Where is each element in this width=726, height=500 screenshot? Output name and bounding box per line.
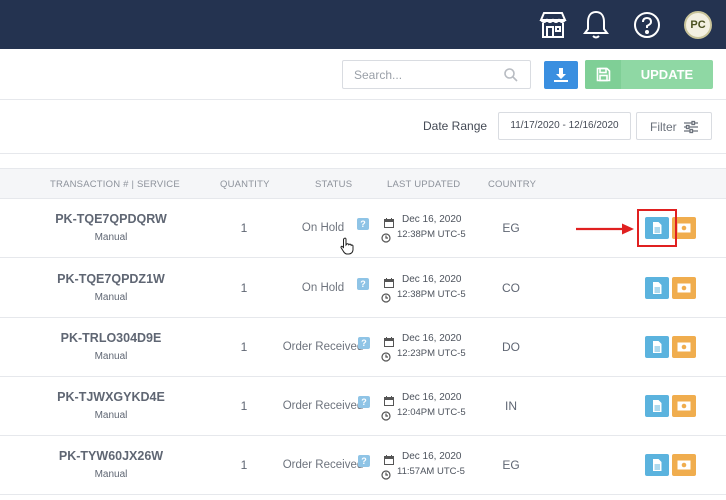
document-icon [653, 459, 662, 471]
top-navbar: PC [0, 0, 726, 49]
service-type: Manual [94, 232, 128, 243]
last-updated-time: 11:57AM UTC-5 [397, 466, 465, 477]
payment-button[interactable] [672, 336, 696, 358]
column-header-quantity[interactable]: QUANTITY [220, 179, 270, 190]
last-updated-time: 12:23PM UTC-5 [397, 348, 466, 359]
transaction-id[interactable]: PK-TRLO304D9E [0, 331, 222, 345]
table-header: TRANSACTION # | SERVICE QUANTITY STATUS … [0, 168, 726, 199]
last-updated-date: Dec 16, 2020 [402, 451, 462, 462]
view-document-button[interactable] [645, 336, 669, 358]
column-header-last-updated[interactable]: LAST UPDATED [387, 179, 460, 190]
clock-icon [381, 408, 391, 426]
table-row[interactable]: PK-TRLO304D9E Manual 1 Order Received ? … [0, 318, 726, 377]
help-icon[interactable] [630, 8, 664, 42]
quantity-value: 1 [240, 281, 248, 295]
status-help-icon[interactable]: ? [357, 218, 369, 230]
service-type: Manual [94, 292, 128, 303]
document-icon [653, 400, 662, 412]
clock-icon [381, 349, 391, 367]
status-help-icon[interactable]: ? [358, 396, 370, 408]
filter-button-label: Filter [650, 120, 677, 134]
status-help-icon[interactable]: ? [357, 278, 369, 290]
download-button[interactable] [544, 61, 578, 89]
update-button[interactable]: UPDATE [585, 60, 713, 89]
toolbar: UPDATE [0, 49, 726, 100]
status-help-icon[interactable]: ? [358, 337, 370, 349]
document-icon [653, 282, 662, 294]
cash-icon [677, 283, 691, 293]
table-row[interactable]: PK-TYW60JX26W Manual 1 Order Received ? … [0, 436, 726, 495]
clock-icon [381, 230, 391, 248]
last-updated-time: 12:38PM UTC-5 [397, 289, 466, 300]
view-document-button[interactable] [645, 277, 669, 299]
date-range-picker[interactable]: 11/17/2020 - 12/16/2020 [498, 112, 631, 140]
search-icon[interactable] [503, 67, 519, 83]
annotation-highlight-box [637, 209, 677, 247]
transactions-table: TRANSACTION # | SERVICE QUANTITY STATUS … [0, 168, 726, 500]
service-type: Manual [94, 351, 128, 362]
country-code: DO [502, 340, 520, 354]
search-input[interactable] [343, 61, 503, 88]
view-document-button[interactable] [645, 395, 669, 417]
service-type: Manual [94, 469, 128, 480]
table-row[interactable]: PK-TQE7QPDZ1W Manual 1 On Hold ? Dec 16,… [0, 259, 726, 318]
last-updated-date: Dec 16, 2020 [402, 392, 462, 403]
payment-button[interactable] [672, 454, 696, 476]
country-code: EG [502, 221, 520, 235]
filter-button[interactable]: Filter [636, 112, 712, 140]
last-updated-date: Dec 16, 2020 [402, 214, 462, 225]
view-document-button[interactable] [645, 454, 669, 476]
search-box [342, 60, 531, 89]
column-header-transaction[interactable]: TRANSACTION # | SERVICE [50, 179, 180, 190]
document-icon [653, 341, 662, 353]
bell-icon[interactable] [579, 8, 613, 42]
last-updated-time: 12:04PM UTC-5 [397, 407, 466, 418]
service-type: Manual [94, 410, 128, 421]
cash-icon [677, 460, 691, 470]
last-updated-time: 12:38PM UTC-5 [397, 229, 466, 240]
date-range-label: Date Range [423, 119, 488, 133]
cash-icon [677, 223, 691, 233]
country-code: IN [505, 399, 517, 413]
quantity-value: 1 [240, 221, 248, 235]
last-updated-date: Dec 16, 2020 [402, 274, 462, 285]
transaction-id[interactable]: PK-TYW60JX26W [0, 449, 222, 463]
country-code: CO [502, 281, 520, 295]
transaction-id[interactable]: PK-TQE7QPDZ1W [0, 272, 222, 286]
clock-icon [381, 467, 391, 485]
column-header-country[interactable]: COUNTRY [488, 179, 536, 190]
update-button-label: UPDATE [640, 67, 694, 82]
quantity-value: 1 [240, 458, 248, 472]
column-header-status[interactable]: STATUS [315, 179, 352, 190]
status-help-icon[interactable]: ? [358, 455, 370, 467]
payment-button[interactable] [672, 277, 696, 299]
quantity-value: 1 [240, 340, 248, 354]
cash-icon [677, 342, 691, 352]
filter-bar: Date Range 11/17/2020 - 12/16/2020 Filte… [0, 100, 726, 154]
payment-button[interactable] [672, 395, 696, 417]
last-updated-date: Dec 16, 2020 [402, 333, 462, 344]
country-code: EG [502, 458, 520, 472]
table-row[interactable]: PK-TJWXGYKD4E Manual 1 Order Received ? … [0, 377, 726, 436]
clock-icon [381, 290, 391, 308]
annotation-arrow-icon [576, 223, 634, 235]
cash-icon [677, 401, 691, 411]
download-icon [554, 68, 568, 82]
transaction-id[interactable]: PK-TJWXGYKD4E [0, 390, 222, 404]
save-icon [585, 60, 621, 89]
store-icon[interactable] [536, 8, 570, 42]
user-avatar[interactable]: PC [684, 11, 712, 39]
quantity-value: 1 [240, 399, 248, 413]
sliders-icon [683, 120, 699, 137]
pointer-hand-icon [340, 237, 354, 255]
transaction-id[interactable]: PK-TQE7QPDQRW [0, 212, 222, 226]
